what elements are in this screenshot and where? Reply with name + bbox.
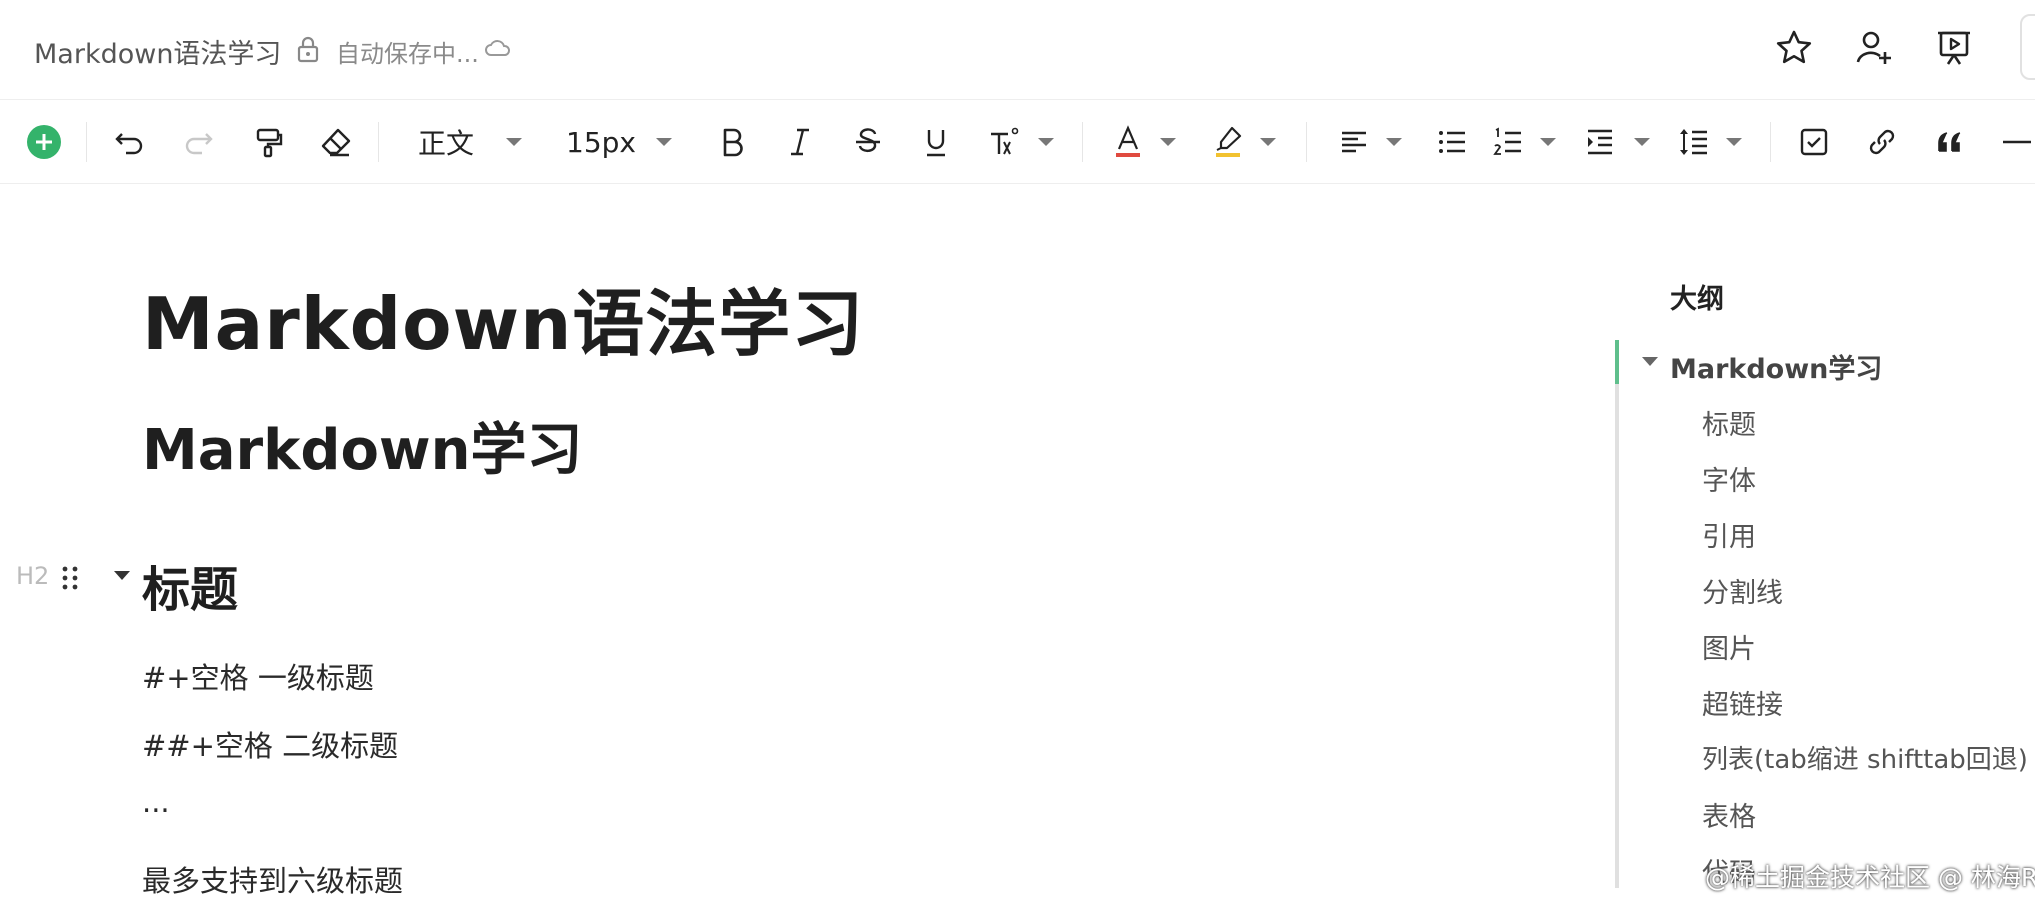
bullet-list-icon[interactable] — [1432, 100, 1472, 184]
link-icon[interactable] — [1862, 100, 1902, 184]
eraser-icon[interactable] — [316, 100, 356, 184]
line-height-icon[interactable] — [1674, 100, 1714, 184]
redo-icon[interactable] — [178, 100, 218, 184]
chevron-down-icon[interactable] — [1726, 138, 1742, 146]
chevron-down-icon[interactable] — [1540, 138, 1556, 146]
outline-item[interactable]: 标题 — [1702, 403, 1756, 442]
chevron-down-icon[interactable] — [1260, 138, 1276, 146]
task-list-icon[interactable] — [1794, 100, 1834, 184]
chevron-down-icon[interactable] — [1634, 138, 1650, 146]
chevron-down-icon[interactable] — [1038, 138, 1054, 146]
font-size-select[interactable]: 15px — [566, 100, 666, 184]
outline-item-root[interactable]: Markdown学习 — [1670, 347, 1882, 386]
paragraph[interactable]: #+空格 一级标题 — [142, 655, 374, 697]
heading-1[interactable]: Markdown学习 — [142, 405, 583, 486]
text-style-value: 正文 — [418, 127, 475, 160]
outline-item[interactable]: 超链接 — [1702, 683, 1783, 722]
outline-item[interactable]: 图片 — [1702, 627, 1756, 666]
header: Markdown语法学习 自动保存中... — [0, 0, 2035, 100]
plus-circle-icon — [27, 125, 61, 159]
outline-track — [1615, 340, 1619, 888]
divider-icon[interactable] — [1996, 100, 2035, 184]
chevron-down-icon[interactable] — [1160, 138, 1176, 146]
outline-active-indicator — [1615, 340, 1619, 384]
toolbar-divider — [378, 122, 379, 162]
toolbar-divider — [1770, 122, 1771, 162]
paragraph[interactable]: ... — [142, 785, 170, 819]
bold-icon[interactable] — [712, 100, 752, 184]
outline-item[interactable]: 字体 — [1702, 459, 1756, 498]
outline-title: 大纲 — [1670, 284, 1724, 315]
outline-item[interactable]: 表格 — [1702, 795, 1756, 834]
presentation-icon[interactable] — [1932, 26, 1976, 70]
format-painter-icon[interactable] — [248, 100, 288, 184]
chevron-down-icon[interactable] — [1386, 138, 1402, 146]
quote-icon[interactable] — [1930, 100, 1970, 184]
document-title[interactable]: Markdown语法学习 — [34, 32, 281, 71]
chevron-down-icon[interactable] — [506, 138, 522, 146]
paragraph[interactable]: ##+空格 二级标题 — [142, 723, 398, 765]
outline-item[interactable]: 引用 — [1702, 515, 1756, 554]
font-color-icon[interactable] — [1108, 100, 1148, 184]
numbered-list-icon[interactable] — [1488, 100, 1528, 184]
outline-item[interactable]: 列表(tab缩进 shifttab回退) — [1702, 739, 2028, 776]
save-status: 自动保存中... — [336, 40, 479, 68]
insert-button[interactable] — [22, 100, 66, 184]
italic-icon[interactable] — [780, 100, 820, 184]
indent-icon[interactable] — [1580, 100, 1620, 184]
superscript-icon[interactable] — [984, 100, 1024, 184]
heading-2[interactable]: 标题 — [142, 550, 238, 620]
heading-level-tag: H2 — [16, 562, 50, 590]
strikethrough-icon[interactable] — [848, 100, 888, 184]
document-heading[interactable]: Markdown语法学习 — [142, 265, 864, 370]
add-collaborator-icon[interactable] — [1852, 26, 1896, 70]
underline-icon[interactable] — [916, 100, 956, 184]
outline-item[interactable]: 分割线 — [1702, 571, 1783, 610]
watermark: @稀土掘金技术社区 @ 林海Reese — [1705, 863, 2035, 892]
chevron-down-icon[interactable] — [656, 138, 672, 146]
share-button[interactable] — [2020, 14, 2035, 80]
text-style-select[interactable]: 正文 — [410, 100, 520, 184]
align-left-icon[interactable] — [1334, 100, 1374, 184]
undo-icon[interactable] — [110, 100, 150, 184]
lock-icon[interactable] — [296, 35, 320, 63]
outline-panel: 大纲 Markdown学习 标题 字体 引用 分割线 图片 超链接 列表(tab… — [1610, 185, 2035, 911]
editor-area[interactable]: Markdown语法学习 Markdown学习 H2 标题 #+空格 一级标题 … — [0, 185, 1610, 911]
toolbar-divider — [1082, 122, 1083, 162]
cloud-icon — [485, 40, 511, 56]
fold-caret-icon[interactable] — [114, 571, 130, 580]
toolbar: 正文 15px — [0, 100, 2035, 184]
star-icon[interactable] — [1772, 26, 1816, 70]
paragraph[interactable]: 最多支持到六级标题 — [142, 858, 403, 900]
outline-collapse-caret-icon[interactable] — [1642, 357, 1658, 366]
toolbar-divider — [1306, 122, 1307, 162]
font-size-value: 15px — [566, 125, 636, 159]
drag-handle-icon[interactable] — [60, 565, 80, 591]
highlight-icon[interactable] — [1208, 100, 1248, 184]
toolbar-divider — [86, 122, 87, 162]
